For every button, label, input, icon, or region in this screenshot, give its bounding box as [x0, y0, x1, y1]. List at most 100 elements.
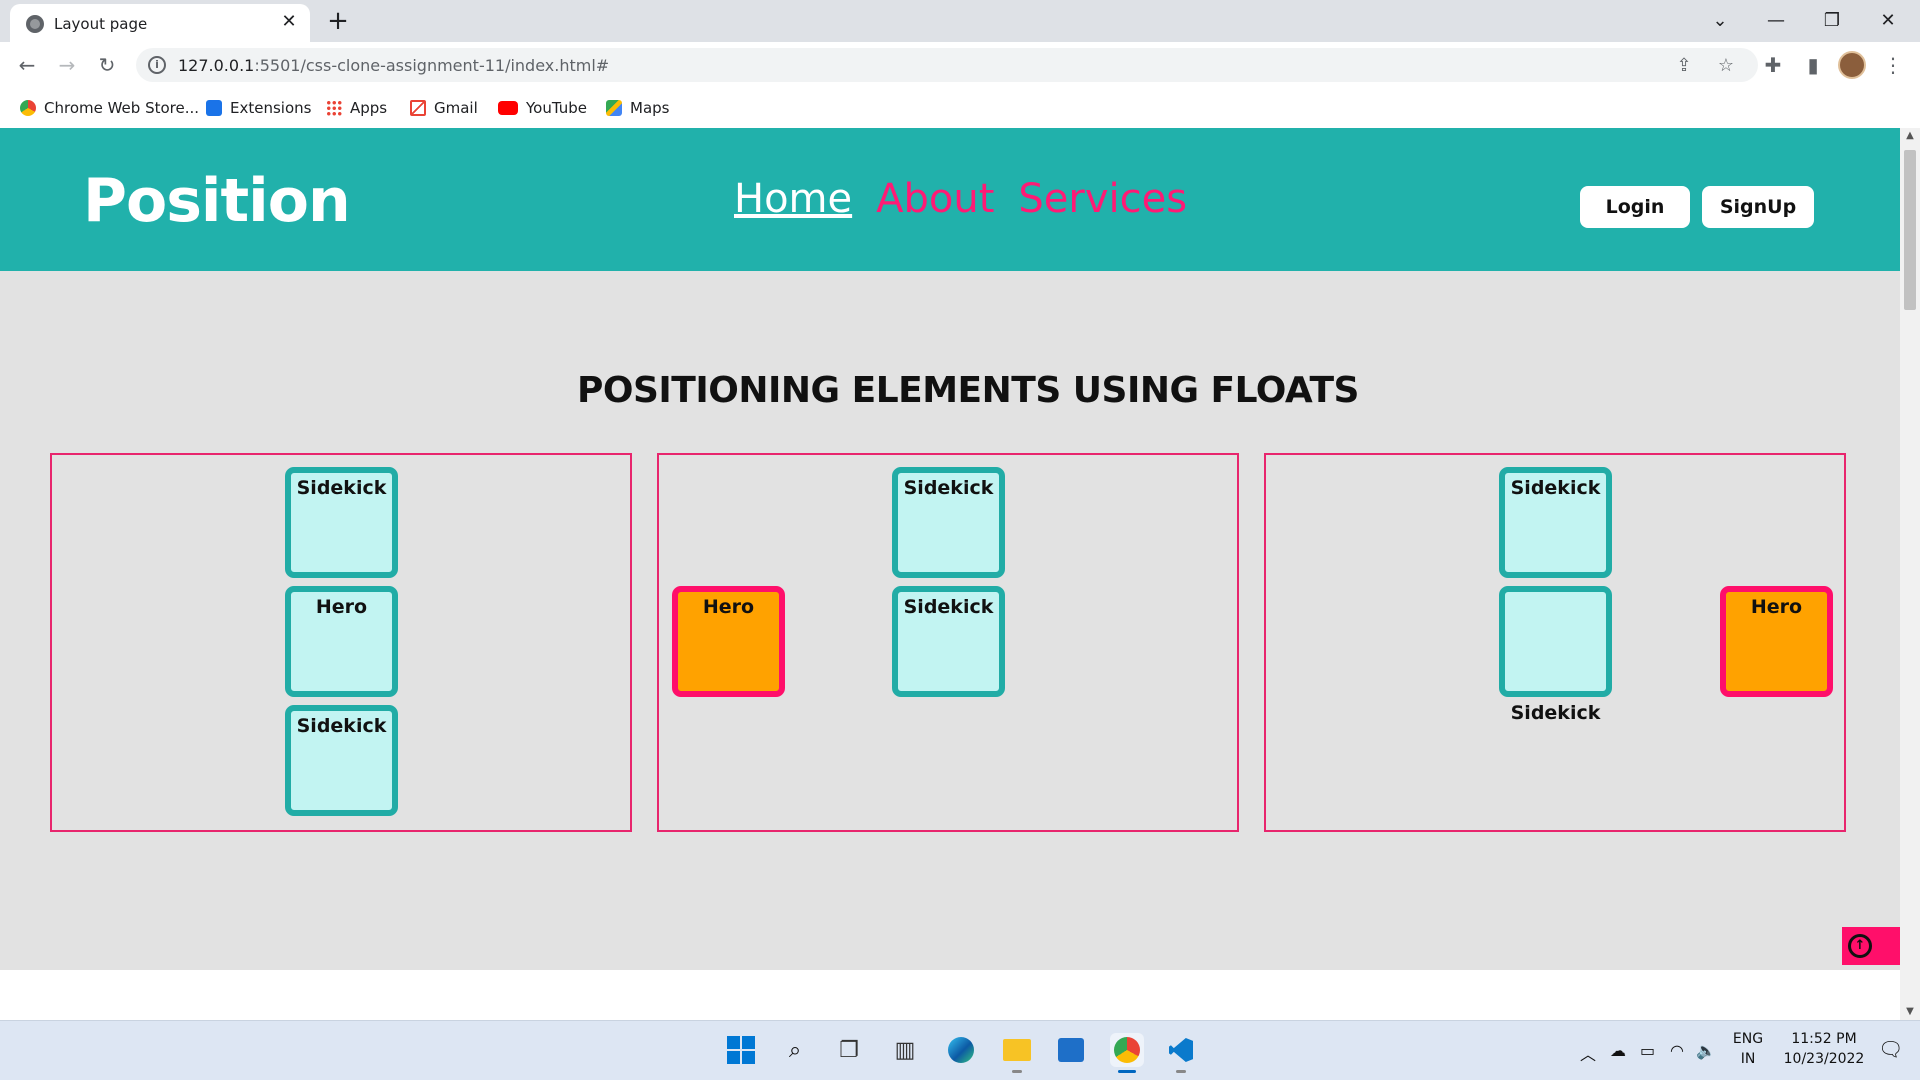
- reload-icon[interactable]: ↻: [92, 50, 122, 80]
- sidekick-box: Sidekick: [1499, 467, 1612, 578]
- side-panel-icon[interactable]: ▮: [1798, 50, 1828, 80]
- url-text[interactable]: 127.0.0.1:5501/css-clone-assignment-11/i…: [178, 56, 609, 75]
- float-panel-2: Sidekick Hero Sidekick: [657, 453, 1239, 832]
- sidekick-box: Sidekick: [892, 586, 1005, 697]
- chevron-up-icon[interactable]: ︿: [1580, 1041, 1596, 1065]
- bookmark-apps[interactable]: Apps: [326, 94, 387, 122]
- search-icon[interactable]: ⌕: [778, 1033, 812, 1067]
- hero-box: Hero: [285, 586, 398, 697]
- sidekick-box: Sidekick: [285, 467, 398, 578]
- edge-logo: [948, 1037, 974, 1063]
- forward-arrow-icon[interactable]: →: [52, 50, 82, 80]
- bookmark-extensions[interactable]: Extensions: [206, 94, 311, 122]
- nav-link-home[interactable]: Home: [734, 176, 852, 222]
- language-indicator[interactable]: ENG: [1732, 1031, 1764, 1047]
- clock-date[interactable]: 10/23/2022: [1778, 1051, 1870, 1067]
- site-logo: Position: [83, 166, 351, 236]
- bookmark-label: Apps: [350, 99, 388, 117]
- bookmark-maps[interactable]: Maps: [606, 94, 669, 122]
- bookmark-chrome-web-store[interactable]: Chrome Web Store...: [20, 94, 199, 122]
- chrome-web-store-icon: [20, 100, 36, 116]
- sidekick-box: Sidekick: [892, 467, 1005, 578]
- file-explorer-icon[interactable]: [1000, 1033, 1034, 1073]
- share-icon[interactable]: ⇪: [1672, 54, 1696, 78]
- main-nav: Home About Services: [734, 176, 1187, 222]
- scrollbar-thumb[interactable]: [1904, 150, 1916, 310]
- browser-tab-strip: Layout page ✕ + ⌄ — ❐ ✕: [0, 0, 1920, 42]
- page-footer-area: [0, 970, 1900, 1020]
- bookmark-label: Chrome Web Store...: [44, 99, 200, 117]
- youtube-icon: [498, 101, 518, 115]
- page-viewport: Position Home About Services Login SignU…: [0, 128, 1900, 970]
- site-header: Position Home About Services Login SignU…: [0, 128, 1900, 271]
- box-label: Sidekick: [903, 596, 994, 618]
- scroll-down-arrow-icon[interactable]: ▼: [1900, 1004, 1920, 1020]
- scroll-to-top-button[interactable]: ↑: [1842, 927, 1900, 965]
- page-scrollbar[interactable]: ▲ ▼: [1900, 128, 1920, 1020]
- chrome-icon[interactable]: [1110, 1033, 1144, 1073]
- section-title: POSITIONING ELEMENTS USING FLOATS: [577, 370, 1360, 411]
- globe-icon: [26, 15, 44, 33]
- notification-icon[interactable]: 🗨: [1878, 1037, 1903, 1061]
- extensions-puzzle-icon[interactable]: ✚: [1758, 50, 1788, 80]
- tab-search-icon[interactable]: ⌄: [1700, 6, 1740, 36]
- bookmark-youtube[interactable]: YouTube: [498, 94, 587, 122]
- active-indicator: [1118, 1070, 1136, 1073]
- language-region[interactable]: IN: [1732, 1051, 1764, 1067]
- address-bar[interactable]: i 127.0.0.1:5501/css-clone-assignment-11…: [136, 48, 1758, 82]
- browser-tab[interactable]: Layout page ✕: [10, 4, 310, 42]
- nav-link-about[interactable]: About: [876, 176, 994, 222]
- windows-start-icon[interactable]: [724, 1033, 758, 1067]
- clock-time[interactable]: 11:52 PM: [1778, 1031, 1870, 1047]
- arrow-up-circle-icon: ↑: [1848, 934, 1872, 958]
- scroll-up-arrow-icon[interactable]: ▲: [1900, 128, 1920, 144]
- bookmark-gmail[interactable]: Gmail: [410, 94, 478, 122]
- vscode-logo: [1169, 1038, 1193, 1062]
- nav-link-services[interactable]: Services: [1018, 176, 1187, 222]
- tab-title: Layout page: [54, 15, 148, 33]
- windows-taskbar: ⌕ ❐ ▥ ︿ ☁ ▭ ◠ 🔈 ENG IN 11:52 PM 10/23/20…: [0, 1020, 1920, 1080]
- maps-icon: [606, 100, 622, 116]
- box-label: Hero: [702, 596, 755, 618]
- edge-browser-icon[interactable]: [944, 1033, 978, 1067]
- wifi-icon[interactable]: ◠: [1670, 1041, 1684, 1060]
- microsoft-store-icon[interactable]: [1054, 1033, 1088, 1067]
- running-indicator: [1012, 1070, 1022, 1073]
- menu-kebab-icon[interactable]: ⋮: [1878, 50, 1908, 80]
- float-panel-3: Sidekick Sidekick Hero: [1264, 453, 1846, 832]
- bookmarks-bar: Chrome Web Store... Extensions Apps Gmai…: [0, 88, 1920, 128]
- close-tab-icon[interactable]: ✕: [278, 11, 300, 33]
- widgets-icon[interactable]: ▥: [888, 1033, 922, 1067]
- vscode-icon[interactable]: [1164, 1033, 1198, 1073]
- store-bag-shape: [1058, 1038, 1084, 1062]
- close-window-button[interactable]: ✕: [1868, 6, 1908, 36]
- box-label: Sidekick: [296, 715, 387, 737]
- battery-icon[interactable]: ▭: [1640, 1041, 1655, 1060]
- task-view-icon[interactable]: ❐: [832, 1033, 866, 1067]
- back-arrow-icon[interactable]: ←: [12, 50, 42, 80]
- new-tab-button[interactable]: +: [324, 8, 352, 36]
- float-panel-1: Sidekick Hero Sidekick: [50, 453, 632, 832]
- running-indicator: [1176, 1070, 1186, 1073]
- signup-button[interactable]: SignUp: [1702, 186, 1814, 228]
- folder-shape: [1003, 1039, 1031, 1061]
- bookmark-label: Extensions: [230, 99, 312, 117]
- browser-toolbar: ← → ↻ i 127.0.0.1:5501/css-clone-assignm…: [0, 42, 1920, 88]
- bookmark-label: Maps: [630, 99, 670, 117]
- sidekick-box: [1499, 586, 1612, 697]
- bookmark-star-icon[interactable]: ☆: [1714, 54, 1738, 78]
- apps-grid-icon: [326, 100, 342, 116]
- volume-icon[interactable]: 🔈: [1696, 1041, 1716, 1060]
- windows-logo: [727, 1036, 755, 1064]
- gmail-icon: [410, 100, 426, 116]
- minimize-button[interactable]: —: [1756, 6, 1796, 36]
- site-info-icon[interactable]: i: [148, 56, 166, 74]
- onedrive-cloud-icon[interactable]: ☁: [1610, 1041, 1626, 1060]
- profile-avatar[interactable]: [1838, 51, 1866, 79]
- box-label: Hero: [1750, 596, 1803, 618]
- restore-button[interactable]: ❐: [1812, 6, 1852, 36]
- bookmark-label: YouTube: [526, 99, 587, 117]
- login-button[interactable]: Login: [1580, 186, 1690, 228]
- box-label: Sidekick: [903, 477, 994, 499]
- box-label: Sidekick: [296, 477, 387, 499]
